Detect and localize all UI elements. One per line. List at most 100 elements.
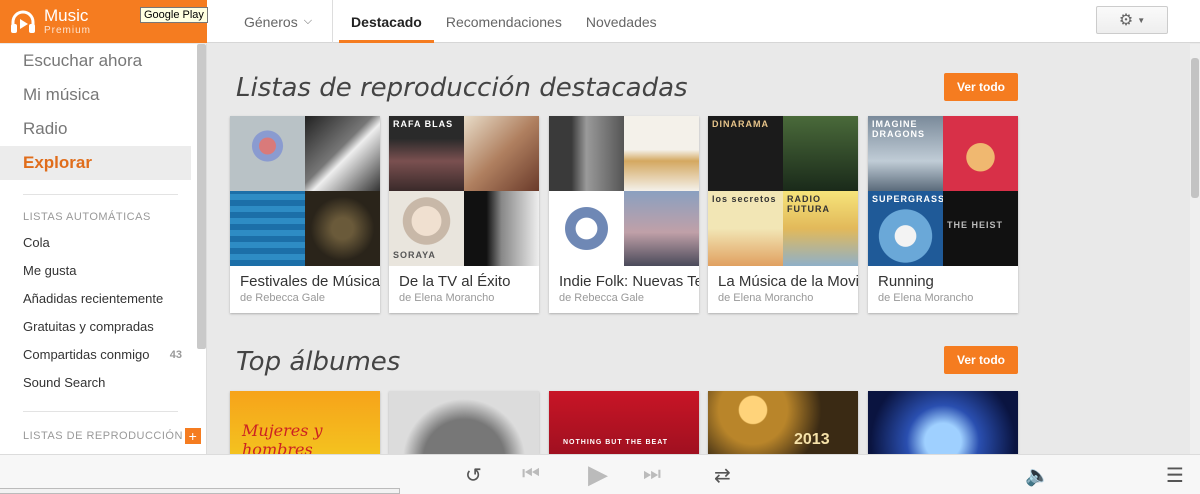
sidebar-item-compartidas[interactable]: Compartidas conmigo 43: [0, 341, 190, 369]
playlist-card[interactable]: IMAGINE DRAGONS SUPERGRASS THE HEIST Run…: [868, 116, 1018, 313]
genres-label: Géneros: [244, 13, 298, 30]
item-label: Sound Search: [23, 375, 106, 390]
shared-count-badge: 43: [169, 349, 182, 361]
sidebar-item-sound-search[interactable]: Sound Search: [0, 369, 190, 397]
cover-tile: [464, 116, 539, 191]
featured-view-all-button[interactable]: Ver todo: [944, 73, 1018, 101]
cover-tile: [230, 191, 305, 266]
cover-tile: [624, 116, 699, 191]
card-title: Festivales de Música: [240, 273, 380, 290]
playlist-card[interactable]: DINARAMA los secretos RADIO FUTURA La Mú…: [708, 116, 858, 313]
cover-mosaic: [230, 116, 380, 266]
cover-tile: SORAYA: [389, 191, 464, 266]
cover-mosaic: IMAGINE DRAGONS SUPERGRASS THE HEIST: [868, 116, 1018, 266]
cover-tile: [464, 191, 539, 266]
cover-mosaic: [549, 116, 699, 266]
cover-tile: RADIO FUTURA: [783, 191, 858, 266]
card-title: Indie Folk: Nuevas Tendencias: [559, 273, 699, 290]
sidebar: Escuchar ahora Mi música Radio Explorar …: [0, 44, 207, 454]
sidebar-item-explorar[interactable]: Explorar: [0, 146, 191, 180]
album-tile[interactable]: Mujeres y hombres: [230, 391, 380, 454]
headphones-icon: [11, 10, 35, 33]
sidebar-item-gratuitas[interactable]: Gratuitas y compradas: [0, 313, 190, 341]
cover-text: RAFA BLAS: [393, 119, 454, 129]
item-label: Me gusta: [23, 263, 77, 278]
tab-novedades[interactable]: Novedades: [574, 0, 669, 43]
playlist-card[interactable]: Indie Folk: Nuevas Tendencias de Rebecca…: [549, 116, 699, 313]
item-label: Cola: [23, 235, 50, 250]
next-icon[interactable]: ⏭: [643, 463, 661, 486]
cover-tile: [624, 191, 699, 266]
scrollbar-thumb[interactable]: [1191, 58, 1199, 198]
shuffle-icon[interactable]: ⇄: [714, 463, 731, 488]
add-playlist-button[interactable]: +: [184, 428, 201, 444]
browser-status-bar: [0, 488, 400, 494]
main-scrollbar[interactable]: [1190, 44, 1200, 454]
card-subtitle: de Rebecca Gale: [559, 292, 644, 304]
auto-playlists-header: LISTAS AUTOMÁTICAS: [23, 211, 151, 223]
cover-tile: los secretos: [708, 191, 783, 266]
tab-destacado[interactable]: Destacado: [339, 0, 434, 43]
featured-section-title: Listas de reproducción destacadas: [236, 73, 688, 103]
brand-title: Music: [44, 6, 89, 25]
sidebar-item-me-gusta[interactable]: Me gusta: [0, 257, 190, 285]
playlist-card[interactable]: Festivales de Música de Rebecca Gale: [230, 116, 380, 313]
top-nav: Géneros ⌵ Destacado Recomendaciones Nove…: [224, 0, 669, 43]
playlists-header: LISTAS DE REPRODUCCIÓN +: [0, 428, 206, 444]
album-cover-text: NOTHING BUT THE BEAT: [563, 439, 669, 446]
card-subtitle: de Rebecca Gale: [240, 292, 325, 304]
item-label: Compartidas conmigo: [23, 347, 150, 362]
card-title: Running: [878, 273, 934, 290]
playlists-header-label: LISTAS DE REPRODUCCIÓN: [23, 430, 183, 442]
album-tile[interactable]: [868, 391, 1018, 454]
sidebar-item-mi-musica[interactable]: Mi música: [0, 78, 206, 112]
sidebar-item-radio[interactable]: Radio: [0, 112, 206, 146]
cover-text: SORAYA: [393, 250, 436, 260]
tooltip: Google Play: [140, 7, 208, 23]
cover-tile: [230, 116, 305, 191]
sidebar-main-nav: Escuchar ahora Mi música Radio Explorar: [0, 44, 206, 180]
sidebar-item-anadidas[interactable]: Añadidas recientemente: [0, 285, 190, 313]
card-subtitle: de Elena Morancho: [399, 292, 495, 304]
album-tile[interactable]: NOTHING BUT THE BEAT: [549, 391, 699, 454]
album-cover-text: Mujeres y hombres: [242, 421, 323, 454]
play-icon[interactable]: ▶: [588, 459, 608, 490]
cover-tile: THE HEIST: [943, 191, 1018, 266]
volume-icon[interactable]: 🔈: [1025, 463, 1050, 488]
album-tile[interactable]: 2013: [708, 391, 858, 454]
cover-tile: SUPERGRASS: [868, 191, 943, 266]
brand: Music Premium: [44, 7, 91, 36]
cover-text: DINARAMA: [712, 119, 769, 129]
sidebar-item-escuchar-ahora[interactable]: Escuchar ahora: [0, 44, 206, 78]
cover-tile: IMAGINE DRAGONS: [868, 116, 943, 191]
album-tile[interactable]: [389, 391, 539, 454]
queue-icon[interactable]: ☰: [1166, 463, 1184, 488]
top-albums-view-all-button[interactable]: Ver todo: [944, 346, 1018, 374]
repeat-icon[interactable]: ↺: [465, 463, 482, 488]
cover-text: SUPERGRASS: [872, 194, 943, 204]
cover-tile: [549, 191, 624, 266]
settings-button[interactable]: ⚙ ▼: [1096, 6, 1168, 34]
sidebar-scrollbar[interactable]: [197, 44, 206, 349]
sidebar-item-cola[interactable]: Cola: [0, 229, 190, 257]
album-cover-text: 2013: [794, 431, 830, 448]
previous-icon[interactable]: ⏮: [522, 463, 540, 486]
playlist-card[interactable]: RAFA BLAS SORAYA De la TV al Éxito de El…: [389, 116, 539, 313]
brand-subtitle: Premium: [44, 25, 92, 36]
card-title: De la TV al Éxito: [399, 273, 511, 290]
cover-tile: [783, 116, 858, 191]
main-content: Listas de reproducción destacadas Ver to…: [207, 44, 1190, 454]
tab-recomendaciones[interactable]: Recomendaciones: [434, 0, 574, 43]
card-subtitle: de Elena Morancho: [718, 292, 814, 304]
cover-text: THE HEIST: [947, 220, 1004, 230]
cover-tile: [943, 116, 1018, 191]
auto-playlists: Cola Me gusta Añadidas recientemente Gra…: [0, 229, 206, 397]
genres-dropdown[interactable]: Géneros ⌵: [224, 0, 334, 43]
top-bar: Music Premium Google Play Géneros ⌵ Dest…: [0, 0, 1200, 43]
divider: [23, 411, 178, 412]
cover-mosaic: RAFA BLAS SORAYA: [389, 116, 539, 266]
cover-tile: [305, 116, 380, 191]
cover-text: IMAGINE DRAGONS: [872, 119, 926, 139]
card-title: La Música de la Movida: [718, 273, 858, 290]
cover-tile: RAFA BLAS: [389, 116, 464, 191]
